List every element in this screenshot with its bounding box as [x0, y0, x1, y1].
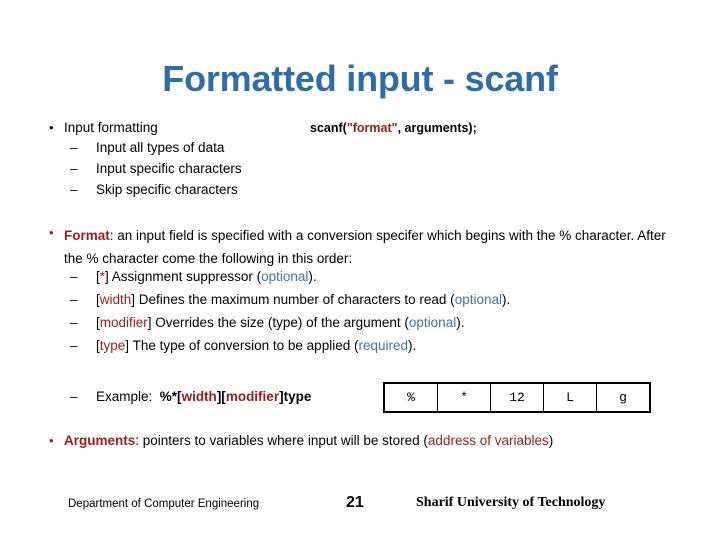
sub-item-label: [*] Assignment suppressor (optional). [96, 268, 317, 286]
qualifier-optional: optional [408, 315, 457, 330]
sub-item-description: Overrides the size (type) of the argumen… [151, 315, 409, 330]
sub-item-tail: ). [456, 315, 465, 330]
dash-marker: – [70, 269, 78, 284]
sub-item-assignment-suppressor: – [*] Assignment suppressor (optional). [70, 268, 317, 286]
scanf-suffix: , arguments); [397, 121, 477, 135]
format-paragraph: Format: an input field is specified with… [64, 224, 672, 270]
token-width: width [99, 292, 132, 307]
bullet-marker: • [49, 120, 54, 135]
format-label: Format [64, 228, 110, 243]
arguments-paragraph: Arguments: pointers to variables where i… [64, 432, 553, 450]
sub-item-description: The type of conversion to be applied ( [129, 338, 359, 353]
table-cell-modifier: L [543, 382, 597, 413]
slide-canvas: Formatted input - scanf scanf("format", … [0, 0, 720, 540]
slide-footer: Department of Computer Engineering 21 Sh… [0, 494, 720, 520]
sub-item-input-all-types: – Input all types of data [70, 139, 224, 157]
table-cell-type: g [596, 382, 651, 413]
scanf-prefix: scanf( [310, 121, 347, 135]
page-title: Formatted input - scanf [162, 58, 558, 99]
arguments-highlight: address of variables [427, 433, 549, 448]
table-cell-width: 12 [490, 382, 544, 413]
sub-item-label: [modifier] Overrides the size (type) of … [96, 314, 464, 332]
bullet-marker: • [49, 433, 54, 448]
footer-page-number: 21 [346, 494, 364, 511]
dash-marker: – [70, 292, 78, 307]
bullet-arguments: • Arguments: pointers to variables where… [40, 432, 553, 450]
example-mid-brackets: ][ [216, 389, 226, 404]
dash-marker: – [70, 389, 78, 404]
token-type: type [99, 338, 126, 353]
example-label-and-pattern: Example: %*[width][modifier]type [96, 388, 311, 406]
example-token-width: width [181, 389, 217, 404]
qualifier-optional: optional [454, 292, 502, 307]
example-token-modifier: modifier [225, 389, 280, 404]
example-percent-star: %*[ [159, 389, 182, 404]
sub-item-input-specific-chars: – Input specific characters [70, 160, 242, 178]
bullet-input-formatting: • Input formatting [40, 119, 158, 137]
sub-item-description: Assignment suppressor ( [108, 269, 262, 284]
sub-item-tail: ). [501, 292, 511, 307]
table-row: % * 12 L g [383, 382, 651, 413]
sub-item-label: Input specific characters [96, 161, 242, 176]
arguments-tail: ) [548, 433, 554, 448]
sub-item-label: Skip specific characters [96, 182, 238, 197]
footer-department: Department of Computer Engineering [68, 498, 260, 510]
format-body: : an input field is specified with a con… [64, 228, 666, 266]
dash-marker: – [70, 140, 78, 155]
sub-item-label: [type] The type of conversion to be appl… [96, 337, 416, 355]
dash-marker: – [70, 161, 78, 176]
sub-item-label: [width] Defines the maximum number of ch… [96, 291, 510, 309]
sub-item-width: – [width] Defines the maximum number of … [70, 291, 510, 309]
scanf-format-literal: "format" [346, 121, 398, 135]
bullet-format: • Format: an input field is specified wi… [40, 224, 672, 270]
footer-university: Sharif University of Technology [416, 495, 606, 510]
bullet-label: Input formatting [64, 120, 158, 135]
arguments-body: : pointers to variables where input will… [135, 433, 428, 448]
example-token-type: type [283, 389, 312, 404]
qualifier-optional: optional [261, 269, 309, 284]
token-modifier: modifier [99, 315, 148, 330]
sub-item-modifier: – [modifier] Overrides the size (type) o… [70, 314, 464, 332]
dash-marker: – [70, 182, 78, 197]
dash-marker: – [70, 338, 78, 353]
arguments-label: Arguments [64, 433, 136, 448]
sub-item-type: – [type] The type of conversion to be ap… [70, 337, 416, 355]
sub-item-tail: ). [408, 338, 417, 353]
dash-marker: – [70, 315, 78, 330]
table-cell-star: * [437, 382, 491, 413]
scanf-signature: scanf("format", arguments); [310, 119, 477, 137]
format-example-table: % * 12 L g [383, 382, 651, 413]
sub-item-example: – Example: %*[width][modifier]type [70, 388, 311, 406]
table-cell-percent: % [383, 382, 438, 413]
bullet-marker: • [49, 225, 54, 240]
sub-item-skip-specific-chars: – Skip specific characters [70, 181, 238, 199]
sub-item-label: Input all types of data [96, 140, 225, 155]
sub-item-tail: ). [308, 269, 317, 284]
sub-item-description: Defines the maximum number of characters… [135, 292, 455, 307]
example-label: Example: [96, 389, 153, 404]
qualifier-required: required [358, 338, 408, 353]
